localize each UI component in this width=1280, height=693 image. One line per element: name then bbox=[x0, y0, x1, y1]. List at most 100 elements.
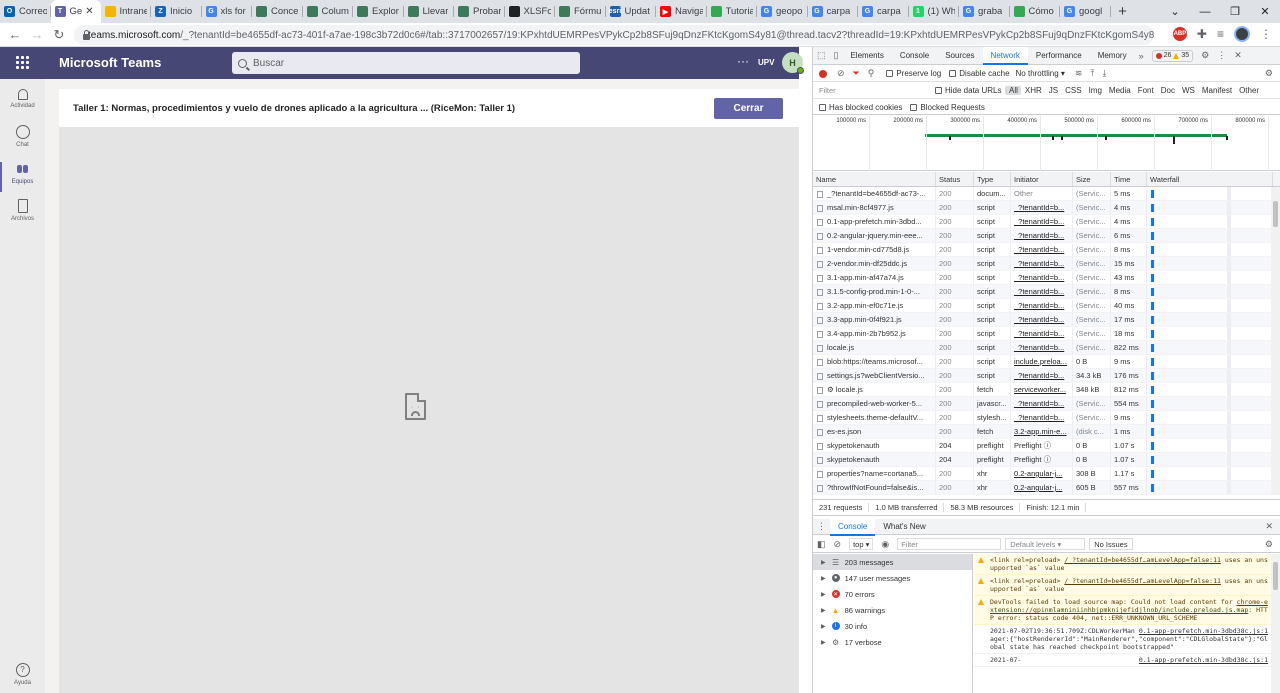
console-sidebar-item[interactable]: ▶ ● 147 user messages bbox=[813, 570, 972, 586]
table-row[interactable]: skypetokenauth 204 preflight Preflight ⓘ 0 B… bbox=[813, 439, 1280, 453]
browser-tab[interactable]: Ggraba bbox=[959, 0, 1010, 23]
expand-caret-icon[interactable]: ▶ bbox=[821, 623, 826, 630]
clear-console-icon[interactable]: ⊘ bbox=[830, 539, 846, 550]
drawer-tab-whats-new[interactable]: What's New bbox=[875, 518, 933, 536]
table-row[interactable]: 3.1-app.min-af47a74.js 200 script _?tenantI… bbox=[813, 271, 1280, 285]
devtools-menu-icon[interactable]: ⋮ bbox=[1213, 50, 1230, 61]
browser-tab[interactable]: Gxls for bbox=[202, 0, 253, 23]
browser-tab[interactable]: Cómo bbox=[1010, 0, 1061, 23]
table-row[interactable]: 1-vendor.min-cd775d8.js 200 script _?tenant… bbox=[813, 243, 1280, 257]
device-toggle-icon[interactable]: ▯ bbox=[830, 50, 843, 61]
console-scrollbar[interactable] bbox=[1271, 554, 1280, 693]
browser-tab[interactable]: Gcarpa bbox=[858, 0, 909, 23]
forward-icon[interactable]: → bbox=[26, 27, 48, 42]
table-row[interactable]: precompiled-web-worker-5... 200 javascr...… bbox=[813, 397, 1280, 411]
context-select[interactable]: top ▾ bbox=[849, 538, 874, 550]
drawer-tab-console[interactable]: Console bbox=[830, 517, 876, 536]
expand-caret-icon[interactable]: ▶ bbox=[821, 559, 826, 566]
table-row[interactable]: 3.4-app.min-2b7b952.js 200 script _?tenantI… bbox=[813, 327, 1280, 341]
browser-tab[interactable]: Intranet bbox=[101, 0, 152, 23]
table-row[interactable]: locale.js 200 script _?tenantId=b... (Servic… bbox=[813, 341, 1280, 355]
throttling-select[interactable]: No throttling ▾ bbox=[1016, 69, 1065, 78]
close-devtools-icon[interactable]: ✕ bbox=[1230, 50, 1246, 61]
close-button[interactable]: Cerrar bbox=[714, 98, 783, 119]
table-row[interactable]: 2-vendor.min-df25ddc.js 200 script _?tenant… bbox=[813, 257, 1280, 271]
devtools-tab-performance[interactable]: Performance bbox=[1028, 47, 1090, 65]
rail-item-help[interactable]: ? Ayuda bbox=[0, 663, 45, 693]
browser-tab[interactable]: ▶ Naviga bbox=[656, 0, 707, 23]
disable-cache-checkbox[interactable]: Disable cache bbox=[949, 69, 1010, 78]
has-blocked-cookies-checkbox[interactable]: Has blocked cookies bbox=[819, 103, 902, 112]
table-row[interactable]: 3.3-app.min-0f4f921.js 200 script _?tenantI… bbox=[813, 313, 1280, 327]
rail-item-teams[interactable]: Equipos bbox=[0, 162, 45, 198]
avatar[interactable]: H bbox=[782, 52, 804, 74]
org-label[interactable]: UPV bbox=[758, 58, 774, 67]
type-filter-other[interactable]: Other bbox=[1236, 86, 1263, 95]
export-icon[interactable]: ⤓ bbox=[1098, 68, 1110, 79]
close-window-icon[interactable]: ✕ bbox=[1250, 0, 1280, 23]
log-levels-select[interactable]: Default levels ▾ bbox=[1005, 538, 1086, 550]
console-message[interactable]: DevTools failed to load source map: Coul… bbox=[974, 596, 1272, 625]
browser-tab[interactable]: O Correo bbox=[0, 0, 51, 23]
adblock-extension-icon[interactable]: ABP bbox=[1172, 27, 1187, 41]
message-link[interactable]: /_?tenantId=be4655df…amLevelApp=false:11 bbox=[1064, 556, 1221, 564]
table-row[interactable]: settings.js?webClientVersio... 200 script _… bbox=[813, 369, 1280, 383]
browser-tab[interactable]: Conce bbox=[252, 0, 303, 23]
browser-tab[interactable]: Gcarpa bbox=[808, 0, 859, 23]
table-row[interactable]: msal.min-8cf4977.js 200 script _?tenantId=b… bbox=[813, 201, 1280, 215]
rail-item-chat[interactable]: Chat bbox=[0, 125, 45, 161]
console-sidebar-item[interactable]: ▶ ▲ 86 warnings bbox=[813, 602, 972, 618]
type-filter-img[interactable]: Img bbox=[1085, 86, 1105, 95]
source-link[interactable]: 0.1-app-prefetch.min-3dbd38c.js:1 bbox=[1139, 627, 1268, 635]
table-row[interactable]: skypetokenauth 204 preflight Preflight ⓘ 0 B… bbox=[813, 453, 1280, 467]
message-link[interactable]: /_?tenantId=be4655df…amLevelApp=false:11 bbox=[1064, 577, 1221, 585]
expand-caret-icon[interactable]: ▶ bbox=[821, 591, 826, 598]
table-row[interactable]: ⚙ locale.js 200 fetch serviceworker... 348 k… bbox=[813, 383, 1280, 397]
browser-tab[interactable]: esri Updat bbox=[606, 0, 657, 23]
browser-tab[interactable]: Z Inicio bbox=[151, 0, 202, 23]
expand-caret-icon[interactable]: ▶ bbox=[821, 639, 826, 646]
more-tabs-icon[interactable]: » bbox=[1135, 51, 1148, 61]
type-filter-all[interactable]: All bbox=[1005, 86, 1022, 95]
network-settings-icon[interactable]: ⚙ bbox=[1261, 68, 1277, 79]
clear-icon[interactable]: ⊘ bbox=[833, 68, 849, 79]
rail-item-activity[interactable]: Actividad bbox=[0, 89, 45, 125]
minimize-icon[interactable]: — bbox=[1190, 0, 1220, 23]
blocked-requests-checkbox[interactable]: Blocked Requests bbox=[910, 103, 985, 112]
type-filter-doc[interactable]: Doc bbox=[1157, 86, 1178, 95]
type-filter-ws[interactable]: WS bbox=[1178, 86, 1198, 95]
settings-gear-icon[interactable]: ⚙ bbox=[1197, 50, 1213, 61]
more-options-icon[interactable]: ··· bbox=[737, 54, 749, 68]
table-row[interactable]: ?throwIfNotFound=false&is... 200 xhr 0.2-an… bbox=[813, 481, 1280, 495]
profile-avatar[interactable] bbox=[1234, 26, 1250, 42]
browser-tab[interactable]: Colum bbox=[303, 0, 354, 23]
hide-data-urls-checkbox[interactable]: Hide data URLs bbox=[935, 86, 1001, 95]
console-message[interactable]: 0.1-app-prefetch.min-3dbd38c.js:1 2021-07… bbox=[974, 625, 1272, 654]
browser-tab[interactable]: Llevar bbox=[404, 0, 455, 23]
close-drawer-icon[interactable]: ✕ bbox=[1261, 521, 1277, 532]
network-scrollbar[interactable] bbox=[1271, 187, 1280, 495]
network-filter-input[interactable]: Filter bbox=[817, 84, 931, 97]
source-link[interactable]: 0.1-app-prefetch.min-3dbd38c.js:1 bbox=[1139, 656, 1268, 664]
console-sidebar-item[interactable]: ▶ ⚙ 17 verbose bbox=[813, 634, 972, 650]
filter-icon[interactable]: ⏷ bbox=[849, 68, 864, 79]
type-filter-js[interactable]: JS bbox=[1045, 86, 1061, 95]
browser-tab[interactable]: Tutoria bbox=[707, 0, 758, 23]
browser-tab[interactable]: Probar bbox=[454, 0, 505, 23]
browser-tab[interactable]: XLSFor bbox=[505, 0, 556, 23]
browser-tab[interactable]: T Ge ✕ bbox=[50, 0, 101, 23]
issues-badge[interactable]: 26 35 bbox=[1151, 49, 1194, 62]
sidebar-toggle-icon[interactable]: ◧ bbox=[813, 539, 830, 550]
live-expression-icon[interactable]: ◉ bbox=[877, 539, 893, 550]
table-row[interactable]: 0.1-app-prefetch.min-3dbd... 200 script _?t… bbox=[813, 215, 1280, 229]
browser-tab[interactable]: Explor bbox=[353, 0, 404, 23]
drawer-menu-icon[interactable]: ⋮ bbox=[813, 521, 830, 532]
maximize-icon[interactable]: ❐ bbox=[1220, 0, 1250, 23]
devtools-tab-sources[interactable]: Sources bbox=[937, 47, 982, 65]
rail-item-files[interactable]: Archivos bbox=[0, 199, 45, 235]
type-filter-media[interactable]: Media bbox=[1105, 86, 1134, 95]
expand-caret-icon[interactable]: ▶ bbox=[821, 575, 826, 582]
type-filter-manifest[interactable]: Manifest bbox=[1198, 86, 1235, 95]
browser-tab[interactable]: 1 (1) Wh bbox=[909, 0, 960, 23]
type-filter-xhr[interactable]: XHR bbox=[1021, 86, 1045, 95]
